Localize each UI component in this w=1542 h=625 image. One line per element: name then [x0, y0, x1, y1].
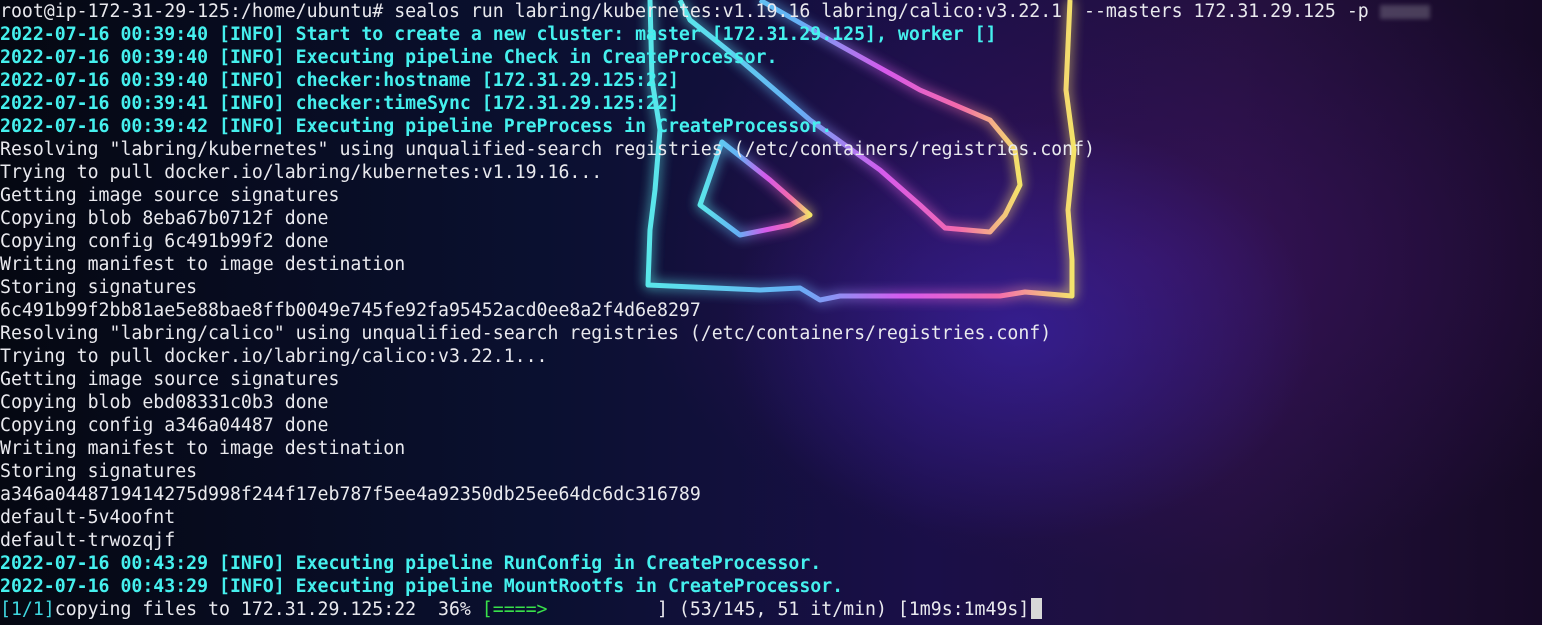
- log-line: Trying to pull docker.io/labring/kuberne…: [0, 162, 603, 183]
- log-line: Resolving "labring/calico" using unquali…: [0, 323, 1052, 344]
- log-line: Copying blob ebd08331c0b3 done: [0, 392, 329, 413]
- progress-rest: ] (53/145, 51 it/min) [1m9s:1m49s]: [547, 599, 1030, 620]
- log-line-info: 2022-07-16 00:39:40 [INFO] checker:hostn…: [0, 70, 679, 91]
- log-line: a346a0448719414275d998f244f17eb787f5ee4a…: [0, 484, 701, 505]
- log-line: Trying to pull docker.io/labring/calico:…: [0, 346, 548, 367]
- log-line-info: 2022-07-16 00:39:42 [INFO] Executing pip…: [0, 116, 833, 137]
- log-line: Copying config a346a04487 done: [0, 415, 329, 436]
- terminal-cursor: [1031, 598, 1043, 619]
- terminal-output[interactable]: root@ip-172-31-29-125:/home/ubuntu# seal…: [0, 0, 1542, 621]
- log-line: Getting image source signatures: [0, 369, 340, 390]
- progress-bar-fill: ====>: [492, 599, 548, 620]
- log-line: default-5v4oofnt: [0, 507, 176, 528]
- log-line: 6c491b99f2bb81ae5e88bae8ffb0049e745fe92f…: [0, 300, 701, 321]
- log-line-info: 2022-07-16 00:39:41 [INFO] checker:timeS…: [0, 93, 679, 114]
- log-line: default-trwozqjf: [0, 530, 176, 551]
- log-line: Resolving "labring/kubernetes" using unq…: [0, 139, 1095, 160]
- log-line-info: 2022-07-16 00:39:40 [INFO] Executing pip…: [0, 47, 778, 68]
- log-line: Getting image source signatures: [0, 185, 340, 206]
- redacted-password: [1379, 5, 1430, 19]
- log-line: Copying blob 8eba67b0712f done: [0, 208, 329, 229]
- log-line-info: 2022-07-16 00:43:29 [INFO] Executing pip…: [0, 576, 844, 597]
- log-line: Writing manifest to image destination: [0, 254, 406, 275]
- progress-step: [1/1]: [0, 599, 55, 620]
- log-lines: 2022-07-16 00:39:40 [INFO] Start to crea…: [0, 23, 1542, 598]
- progress-open: [: [481, 599, 493, 620]
- log-line: Writing manifest to image destination: [0, 438, 406, 459]
- log-line: Storing signatures: [0, 461, 198, 482]
- command-line: root@ip-172-31-29-125:/home/ubuntu# seal…: [0, 0, 1542, 23]
- log-line-info: 2022-07-16 00:39:40 [INFO] Start to crea…: [0, 24, 997, 45]
- log-line-info: 2022-07-16 00:43:29 [INFO] Executing pip…: [0, 553, 822, 574]
- log-line: Copying config 6c491b99f2 done: [0, 231, 329, 252]
- progress-label: copying files to 172.31.29.125:22 36%: [54, 599, 482, 620]
- progress-line: [1/1]copying files to 172.31.29.125:22 3…: [0, 598, 1542, 621]
- log-line: Storing signatures: [0, 277, 198, 298]
